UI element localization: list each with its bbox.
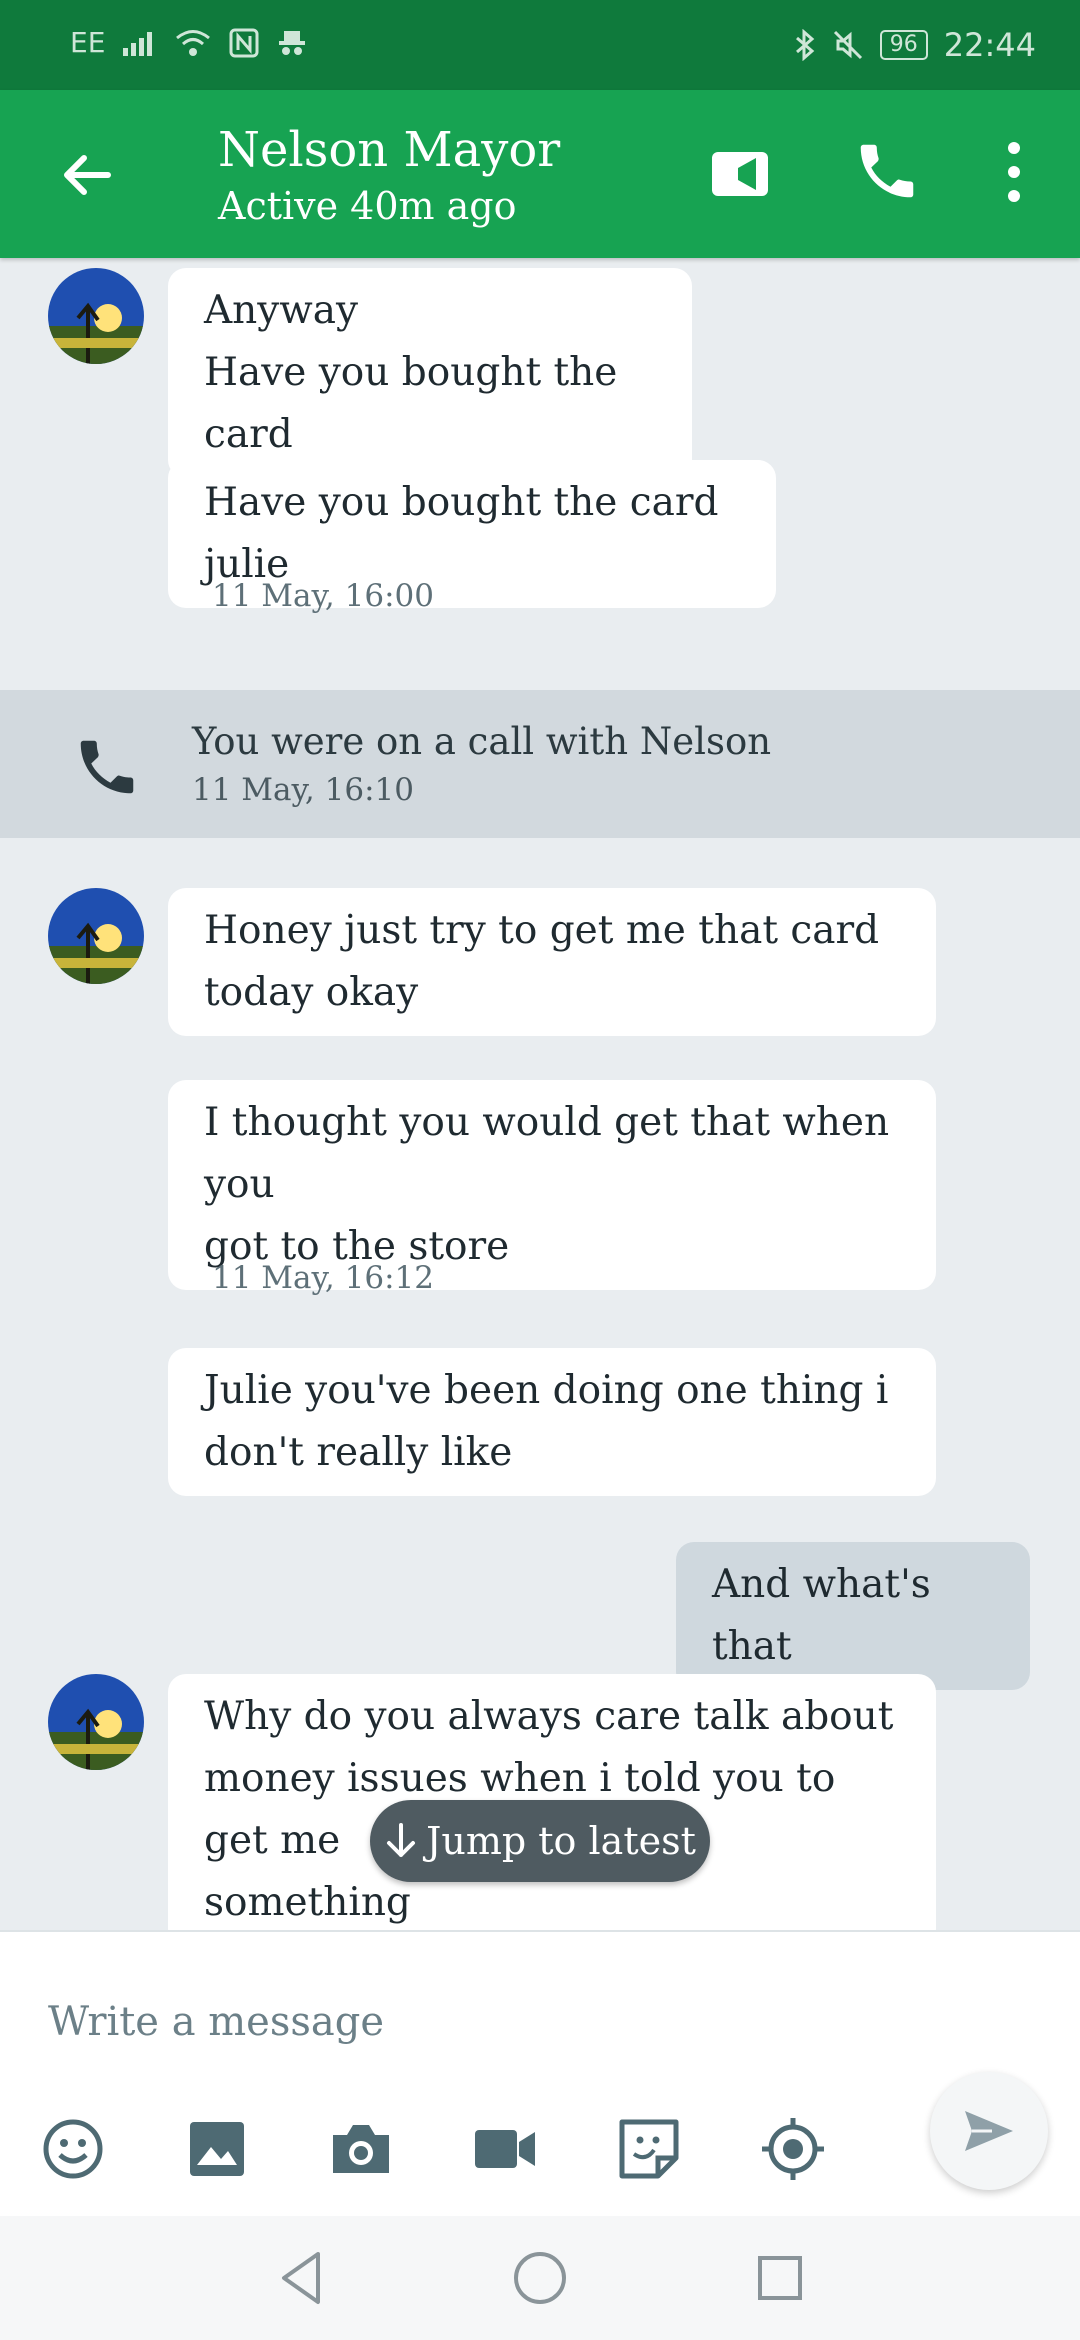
emoji-icon <box>43 2119 103 2179</box>
message-bubble[interactable]: I thought you would get that when you go… <box>168 1080 936 1290</box>
message-timestamp: 11 May, 16:00 <box>212 578 434 614</box>
call-log-title: You were on a call with Nelson <box>192 720 772 763</box>
nav-home-icon <box>514 2252 566 2304</box>
call-log-banner[interactable]: You were on a call with Nelson 11 May, 1… <box>0 690 1080 838</box>
status-left: EE <box>70 26 307 59</box>
phone-icon <box>860 144 914 198</box>
message-text: Honey just try to get me that card <box>204 908 880 953</box>
back-arrow-icon <box>64 155 111 195</box>
message-bubble[interactable]: Julie you've been doing one thing i don'… <box>168 1348 936 1496</box>
video-call-icon <box>712 152 768 196</box>
gallery-button[interactable] <box>182 2114 252 2184</box>
nav-back-icon <box>282 2252 320 2304</box>
status-right: 96 22:44 <box>794 26 1036 64</box>
send-icon <box>965 2111 1013 2151</box>
signal-icon <box>123 31 153 56</box>
call-log-time: 11 May, 16:10 <box>192 772 414 808</box>
battery-indicator: 96 <box>879 30 928 60</box>
more-options-button[interactable] <box>996 134 1032 210</box>
message-input[interactable] <box>48 1982 908 2062</box>
emoji-button[interactable] <box>38 2114 108 2184</box>
avatar[interactable] <box>48 1674 144 1770</box>
nav-recents-icon <box>758 2256 802 2300</box>
incognito-icon <box>279 30 306 55</box>
message-text: I thought you would get that when you <box>204 1100 890 1207</box>
chat-thread[interactable]: Anyway Have you bought the card Have you… <box>0 258 1080 1930</box>
camera-button[interactable] <box>326 2114 396 2184</box>
arrow-down-icon <box>387 1823 416 1857</box>
image-icon <box>190 2122 244 2176</box>
avatar-image <box>48 888 144 984</box>
contact-status: Active 40m ago <box>218 184 517 228</box>
mute-icon <box>833 30 862 60</box>
message-text: Why do you always care talk about <box>204 1694 894 1739</box>
message-bubble[interactable]: Honey just try to get me that card today… <box>168 888 936 1036</box>
message-bubble[interactable]: Anyway Have you bought the card <box>168 268 692 478</box>
avatar-image <box>48 1674 144 1770</box>
location-button[interactable] <box>758 2114 828 2184</box>
message-text: Anyway <box>204 288 358 333</box>
avatar-image <box>48 268 144 364</box>
send-button[interactable] <box>930 2072 1048 2190</box>
wifi-icon <box>176 29 211 56</box>
carrier-label: EE <box>70 26 106 59</box>
bluetooth-icon <box>795 29 815 61</box>
message-text: don't really like <box>204 1430 513 1475</box>
clock: 22:44 <box>943 26 1036 64</box>
jump-to-latest-button[interactable]: Jump to latest <box>370 1800 710 1882</box>
avatar[interactable] <box>48 268 144 364</box>
nav-recents-button[interactable] <box>748 2246 812 2310</box>
phone-call-button[interactable] <box>852 136 922 206</box>
call-log-icon-wrap <box>72 732 142 802</box>
nfc-icon <box>229 28 259 57</box>
nav-home-button[interactable] <box>508 2246 572 2310</box>
camera-icon <box>333 2125 389 2173</box>
message-text: today okay <box>204 970 419 1015</box>
message-text: Have you bought the card <box>204 350 618 457</box>
message-text: And what's that <box>712 1562 931 1669</box>
system-nav-bar <box>0 2216 1080 2340</box>
video-call-button[interactable] <box>708 144 778 204</box>
sticker-button[interactable] <box>614 2114 684 2184</box>
app-bar: Nelson Mayor Active 40m ago <box>0 90 1080 258</box>
jump-to-latest-label: Jump to latest <box>426 1819 696 1863</box>
avatar[interactable] <box>48 888 144 984</box>
more-vert-icon <box>1008 142 1020 202</box>
sticker-icon <box>619 2119 679 2179</box>
location-icon <box>762 2118 824 2180</box>
outgoing-message-bubble[interactable]: And what's that <box>676 1542 1030 1690</box>
back-button[interactable] <box>52 140 122 210</box>
message-composer <box>0 1930 1080 2216</box>
message-timestamp: 11 May, 16:12 <box>212 1260 434 1296</box>
status-bar: EE 96 22:44 <box>0 0 1080 90</box>
video-icon <box>475 2130 535 2168</box>
video-button[interactable] <box>470 2114 540 2184</box>
message-text: Julie you've been doing one thing i <box>204 1368 889 1413</box>
phone-icon <box>80 740 134 794</box>
contact-name[interactable]: Nelson Mayor <box>218 122 560 178</box>
nav-back-button[interactable] <box>270 2246 334 2310</box>
